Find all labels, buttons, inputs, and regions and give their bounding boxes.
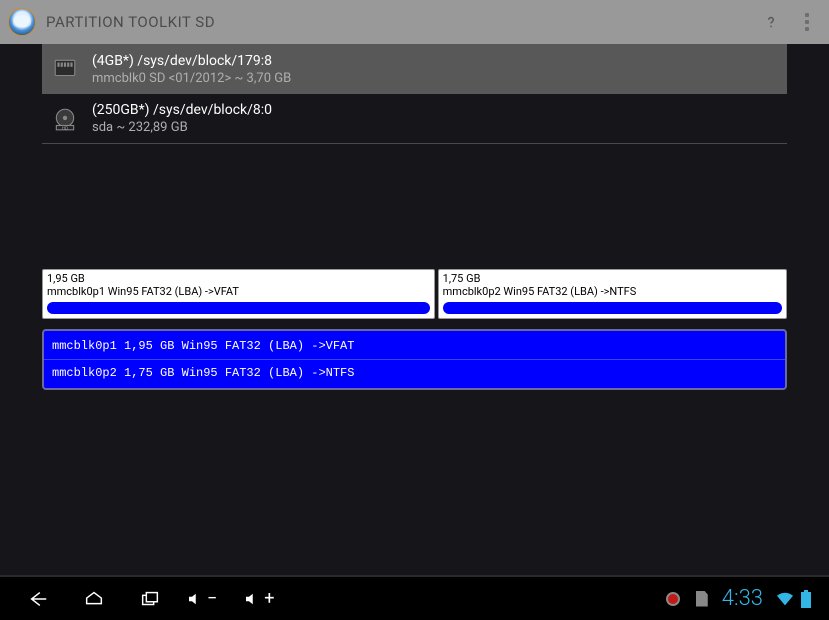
partition-size: 1,95 GB [47, 272, 430, 285]
recent-apps-icon [139, 588, 161, 610]
help-button[interactable] [753, 4, 789, 40]
partition-row[interactable]: mmcblk0p2 1,75 GB Win95 FAT32 (LBA) ->NT… [44, 360, 785, 386]
partition-row[interactable]: mmcblk0p1 1,95 GB Win95 FAT32 (LBA) ->VF… [44, 333, 785, 360]
action-bar: PARTITION TOOLKIT SD [0, 0, 829, 44]
svg-text:HD: HD [62, 125, 68, 130]
sd-card-icon [52, 56, 78, 82]
device-list: (4GB*) /sys/dev/block/179:8 mmcblk0 SD <… [0, 44, 829, 144]
back-button[interactable] [18, 579, 58, 619]
partition-desc: mmcblk0p2 Win95 FAT32 (LBA) ->NTFS [443, 285, 782, 298]
device-title: (250GB*) /sys/dev/block/8:0 [92, 102, 272, 118]
partition-size: 1,75 GB [443, 272, 782, 285]
device-item[interactable]: HD (250GB*) /sys/dev/block/8:0 sda ~ 232… [42, 94, 787, 144]
device-title: (4GB*) /sys/dev/block/179:8 [92, 53, 291, 69]
status-clock[interactable]: 4:33 [722, 586, 765, 611]
navigation-bar: − + 4:33 [0, 575, 829, 620]
device-subtitle: sda ~ 232,89 GB [92, 120, 272, 135]
sd-status-icon [696, 591, 708, 607]
partition-fill-bar [47, 302, 430, 314]
recent-apps-button[interactable] [130, 579, 170, 619]
back-icon [27, 588, 49, 610]
home-icon [83, 588, 105, 610]
record-indicator-icon [666, 592, 680, 606]
partition-list: mmcblk0p1 1,95 GB Win95 FAT32 (LBA) ->VF… [42, 329, 787, 390]
partition-desc: mmcblk0p1 Win95 FAT32 (LBA) ->VFAT [47, 285, 430, 298]
speaker-icon [243, 590, 261, 608]
partition-block[interactable]: 1,95 GB mmcblk0p1 Win95 FAT32 (LBA) ->VF… [42, 269, 435, 319]
device-subtitle: mmcblk0 SD <01/2012> ~ 3,70 GB [92, 71, 291, 86]
device-item[interactable]: (4GB*) /sys/dev/block/179:8 mmcblk0 SD <… [42, 44, 787, 94]
partition-block[interactable]: 1,75 GB mmcblk0p2 Win95 FAT32 (LBA) ->NT… [438, 269, 787, 319]
volume-up-button[interactable]: + [243, 588, 274, 609]
app-title: PARTITION TOOLKIT SD [46, 13, 753, 31]
wifi-icon [775, 591, 795, 607]
overflow-menu-button[interactable] [793, 4, 821, 40]
home-button[interactable] [74, 579, 114, 619]
battery-icon [801, 590, 811, 608]
hard-disk-icon: HD [52, 106, 78, 132]
partition-map: 1,95 GB mmcblk0p1 Win95 FAT32 (LBA) ->VF… [42, 269, 787, 319]
volume-down-button[interactable]: − [186, 588, 217, 609]
help-icon [762, 13, 780, 31]
app-logo-icon [8, 8, 36, 36]
speaker-icon [186, 590, 204, 608]
partition-fill-bar [443, 302, 782, 314]
